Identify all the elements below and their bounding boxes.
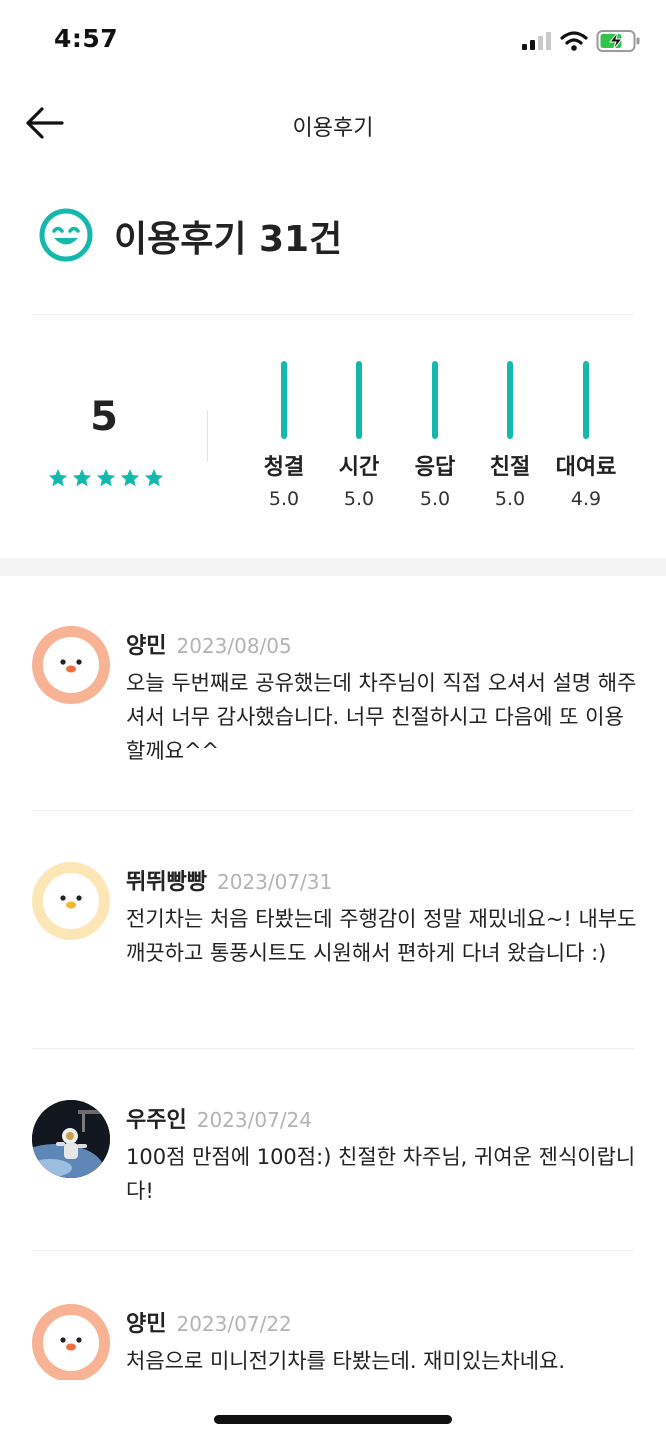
review-text: 100점 만점에 100점:) 친절한 차주님, 귀여운 젠식이랍니다! [126,1145,636,1203]
review-item: 우주인 2023/07/24 100점 만점에 100점:) 친절한 차주님, 귀… [32,1100,635,1220]
page-title: 이용후기 [292,116,374,141]
category-label: 대여료 [555,455,617,480]
review-date: 2023/08/05 [176,634,292,658]
chick-avatar-icon [43,873,99,929]
avatar [32,862,110,940]
status-time: 4:57 [54,24,119,53]
star-rating [48,468,164,488]
star-icon [97,469,115,487]
wifi-icon [560,31,588,51]
smiley-icon [39,208,93,262]
review-date: 2023/07/31 [216,870,333,894]
category-value: 4.9 [570,488,602,510]
review-date: 2023/07/24 [196,1108,313,1132]
reviewer-name: 뛰뛰빵빵 [126,870,207,895]
star-icon [145,469,163,487]
review-item: 양민 2023/08/05 오늘 두번째로 공유했는데 차주님이 직접 오셔서 설… [32,626,636,786]
rating-bar [507,361,513,439]
review-item: 뛰뛰빵빵 2023/07/31 전기차는 처음 타봤는데 주행감이 정말 재밌네요… [32,862,636,1022]
home-indicator[interactable] [214,1415,452,1424]
divider [32,1250,634,1251]
section-separator [0,558,666,576]
star-icon [49,469,67,487]
astronaut-photo-icon [32,1100,110,1178]
rating-bar [432,361,438,439]
chick-avatar-icon [43,637,99,693]
review-item: 양민 2023/07/22 처음으로 미니전기차를 타봤는데. 재미있는차네요. [32,1304,634,1380]
chick-avatar-icon [43,1315,99,1371]
review-text: 전기차는 처음 타봤는데 주행감이 정말 재밌네요~! 내부도 깨끗하고 통풍시… [126,907,637,965]
divider [32,810,634,811]
overall-score: 5 [90,394,118,440]
reviewer-name: 양민 [126,634,167,659]
star-icon [121,469,139,487]
avatar [32,1100,110,1178]
rating-category-price: 대여료 4.9 [541,361,631,511]
avatar [32,1304,110,1380]
signal-icon [522,32,552,50]
divider [32,1048,634,1049]
summary-divider [207,410,208,462]
rating-bar [356,361,362,439]
avatar [32,626,110,704]
rating-bar [583,361,589,439]
battery-charging-icon [596,30,640,52]
review-count-heading: 이용후기 31건 [114,219,343,260]
review-text: 처음으로 미니전기차를 타봤는데. 재미있는차네요. [126,1349,566,1373]
star-icon [73,469,91,487]
reviewer-name: 양민 [126,1312,167,1337]
review-text: 오늘 두번째로 공유했는데 차주님이 직접 오셔서 설명 해주셔서 너무 감사했… [126,671,637,763]
rating-bar [281,361,287,439]
divider [32,314,634,315]
reviewer-name: 우주인 [126,1108,187,1133]
review-date: 2023/07/22 [176,1312,292,1336]
